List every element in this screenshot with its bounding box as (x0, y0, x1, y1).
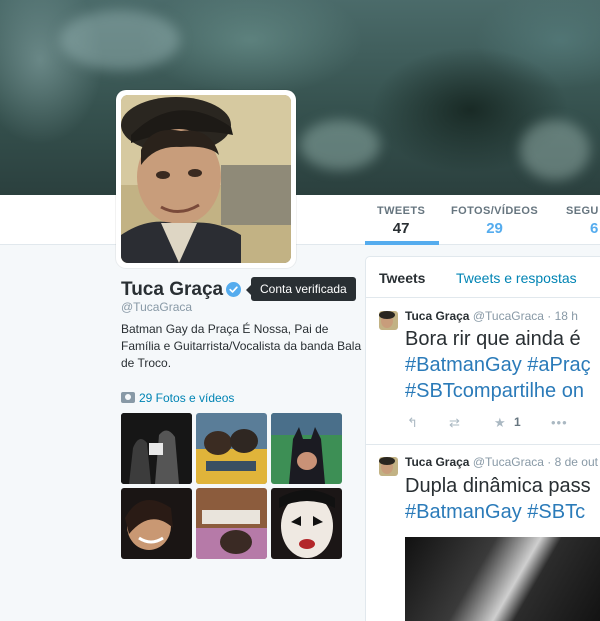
hashtag-link[interactable]: #BatmanGay (405, 501, 522, 523)
tweet-header: Tuca Graça @TucaGraca · 8 de out (405, 455, 598, 469)
photos-videos-link[interactable]: 29 Fotos e vídeos (121, 391, 234, 405)
tweet-timeline: Tweets Tweets e respostas Tuca Graça @Tu… (365, 256, 600, 621)
favorite-icon[interactable]: ★ (494, 415, 506, 431)
stat-following-value: 6 (590, 220, 599, 237)
photo-thumbnail[interactable] (196, 488, 267, 559)
hashtag-link[interactable]: #SBTcompartilhe on (405, 380, 584, 402)
stat-photos-value: 29 (486, 220, 503, 237)
tweet-time[interactable]: · 18 h (547, 309, 578, 323)
avatar (121, 95, 291, 263)
stat-following[interactable]: SEGU 6 (566, 205, 599, 237)
hashtag-link[interactable]: #BatmanGay (405, 354, 522, 376)
photo-image (121, 488, 192, 559)
photo-image (196, 488, 267, 559)
profile-banner (0, 0, 600, 195)
tweet-media-image[interactable] (405, 537, 600, 621)
stat-tweets[interactable]: TWEETS 47 (365, 205, 439, 245)
screen-name[interactable]: @TucaGraca (121, 300, 192, 314)
tweet-hashtags-line: #SBTcompartilhe on (405, 379, 584, 404)
active-tab-underline (365, 241, 439, 245)
verified-tooltip: Conta verificada (246, 277, 356, 301)
photo-thumbnail[interactable] (196, 413, 267, 484)
camera-icon (121, 392, 135, 403)
photo-image (121, 413, 192, 484)
photo-image (271, 413, 342, 484)
tweet-item[interactable]: Tuca Graça @TucaGraca · 8 de out Dupla d… (366, 445, 600, 621)
profile-avatar-frame[interactable] (116, 90, 296, 268)
photo-thumbnail[interactable] (271, 488, 342, 559)
tweet-hashtags-line: #BatmanGay #SBTc (405, 500, 585, 525)
tweet-author-name[interactable]: Tuca Graça (405, 455, 469, 469)
tweet-author-name[interactable]: Tuca Graça (405, 309, 469, 323)
tweet-avatar-image (379, 311, 398, 330)
photo-thumbnail[interactable] (271, 413, 342, 484)
verified-badge-icon[interactable] (226, 282, 241, 297)
tweet-author-handle[interactable]: @TucaGraca (473, 455, 544, 469)
timeline-tabs: Tweets Tweets e respostas (366, 257, 600, 298)
photo-thumbnail[interactable] (121, 488, 192, 559)
tweet-avatar-image (379, 457, 398, 476)
tweet-hashtags-line: #BatmanGay #aPraç (405, 353, 591, 378)
tweet-item[interactable]: Tuca Graça @TucaGraca · 18 h Bora rir qu… (366, 299, 600, 445)
avatar-photo (121, 95, 291, 263)
photo-image (196, 413, 267, 484)
photos-videos-label: 29 Fotos e vídeos (139, 391, 235, 405)
tweet-avatar[interactable] (379, 457, 398, 476)
tweet-header: Tuca Graça @TucaGraca · 18 h (405, 309, 578, 323)
stat-following-label: SEGU (566, 205, 599, 217)
stat-photos[interactable]: FOTOS/VÍDEOS 29 (451, 205, 538, 237)
reply-icon[interactable]: ↰ (407, 415, 418, 431)
stat-tweets-value: 47 (392, 220, 410, 237)
tab-tweets-replies[interactable]: Tweets e respostas (456, 270, 577, 286)
photo-thumbnail[interactable] (121, 413, 192, 484)
tab-tweets[interactable]: Tweets (379, 270, 425, 286)
hashtag-link[interactable]: #SBTc (527, 501, 585, 523)
tweet-text-line: Dupla dinâmica pass (405, 475, 591, 497)
tweet-author-handle[interactable]: @TucaGraca (473, 309, 544, 323)
stat-photos-label: FOTOS/VÍDEOS (451, 205, 539, 217)
stat-tweets-label: TWEETS (377, 205, 426, 217)
profile-bio: Batman Gay da Praça É Nossa, Pai de Famí… (121, 322, 362, 370)
profile-nav: TWEETS 47 FOTOS/VÍDEOS 29 SEGU 6 (0, 195, 600, 245)
favorite-count: 1 (514, 415, 521, 429)
hashtag-link[interactable]: #aPraç (527, 354, 590, 376)
tweet-avatar[interactable] (379, 311, 398, 330)
photo-image (271, 488, 342, 559)
tweet-text-line: Bora rir que ainda é (405, 328, 581, 350)
more-icon[interactable]: ••• (551, 415, 568, 430)
tweet-time[interactable]: · 8 de out (547, 455, 598, 469)
profile-name[interactable]: Tuca Graça (121, 279, 223, 301)
retweet-icon[interactable]: ⇄ (449, 415, 460, 431)
